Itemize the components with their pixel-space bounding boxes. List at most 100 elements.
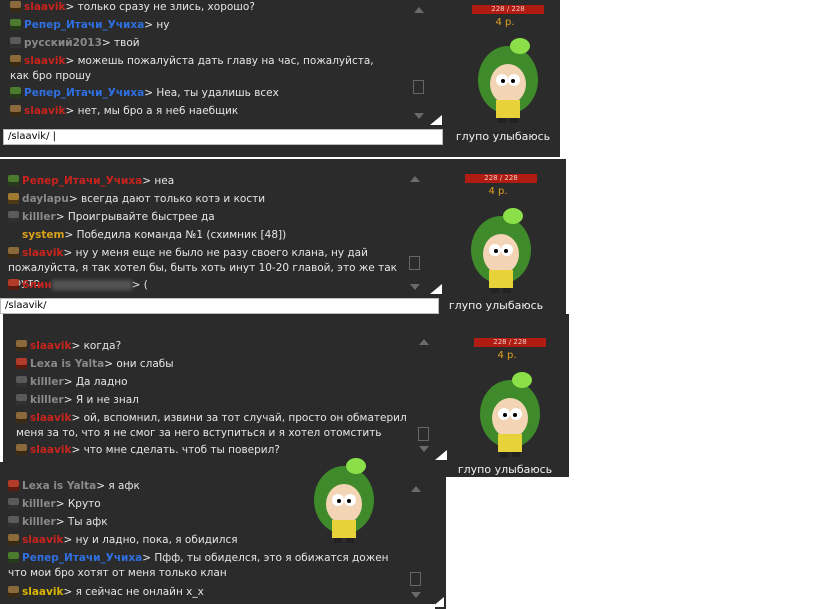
list-item: killler> Я и не знал	[16, 393, 139, 408]
avatar	[8, 211, 19, 222]
status-text: глупо улыбаюсь	[457, 463, 553, 476]
avatar	[10, 19, 21, 30]
avatar	[8, 279, 19, 290]
message-text: > Круто	[55, 498, 101, 510]
hp-bar: 228 / 228	[472, 5, 544, 14]
chat-log-4: Lexa is Yalta> я афк killler> Круто kill…	[8, 479, 408, 604]
avatar	[10, 55, 21, 66]
avatar	[8, 552, 19, 563]
chat-log-2: Репер_Итачи_Учиха> неа daylapu> всегда д…	[8, 174, 408, 296]
status-text: глупо улыбаюсь	[448, 299, 544, 312]
message-text: > они слабы	[104, 358, 174, 370]
scroll-up-button[interactable]	[419, 339, 429, 345]
username[interactable]: daylapu	[22, 193, 69, 205]
avatar	[10, 1, 21, 12]
speech-bubble-pointer	[430, 115, 442, 125]
scroll-down-button[interactable]	[411, 592, 421, 598]
username[interactable]: killler	[30, 376, 64, 388]
message-text: > Ты афк	[55, 516, 108, 528]
username[interactable]: killler	[22, 211, 56, 223]
list-item: slaavik> я сейчас не онлайн х_х	[8, 585, 204, 600]
chat-log-3: slaavik> когда? Lexa is Yalta> они слабы…	[16, 339, 416, 461]
scroll-up-button[interactable]	[410, 176, 420, 182]
username[interactable]: русский2013	[24, 37, 102, 49]
username[interactable]: slaavik	[22, 586, 63, 598]
message-text: > только сразу не злись, хорошо?	[65, 1, 255, 13]
speech-bubble-pointer	[435, 450, 447, 460]
chat-input[interactable]: /slaavik/	[0, 298, 439, 314]
username[interactable]: slaavik	[24, 105, 65, 117]
avatar	[10, 105, 21, 116]
message-text: > Проигрывайте быстрее да	[55, 211, 215, 223]
username[interactable]: slaavik	[22, 534, 63, 546]
avatar	[16, 412, 27, 423]
message-text: > Я и не знал	[63, 394, 139, 406]
username[interactable]: Репер_Итачи_Учиха	[24, 19, 144, 31]
level-label: 4 р.	[497, 350, 517, 361]
chat-input[interactable]	[0, 604, 435, 609]
list-item: killler> Ты афк	[8, 515, 108, 530]
message-text: > ой, вспомнил, извини за тот случай, пр…	[16, 412, 407, 439]
chat-input[interactable]: /slaavik/ |	[3, 129, 443, 145]
message-text: > (	[131, 279, 148, 291]
username[interactable]: killler	[30, 394, 64, 406]
username[interactable]: system	[22, 229, 64, 241]
username[interactable]: slaavik	[30, 340, 71, 352]
username[interactable]: Репер_Итачи_Учиха	[22, 175, 142, 187]
avatar	[10, 87, 21, 98]
list-item: slaavik> что мне сделать. чтоб ты повери…	[16, 443, 280, 458]
username[interactable]: killler	[22, 498, 56, 510]
message-text: > когда?	[71, 340, 122, 352]
message-text: > твой	[101, 37, 140, 49]
avatar	[16, 394, 27, 405]
character-avatar	[480, 372, 540, 457]
username[interactable]: slaavik	[24, 1, 65, 13]
list-item: 6лин > (	[8, 278, 148, 293]
username[interactable]: killler	[22, 516, 56, 528]
username[interactable]: slaavik	[30, 444, 71, 456]
username[interactable]: Lexa is Yalta	[30, 358, 104, 370]
list-item: slaavik> когда?	[16, 339, 121, 354]
list-item: slaavik> только сразу не злись, хорошо?	[10, 0, 255, 15]
list-item: Lexa is Yalta> я афк	[8, 479, 140, 494]
avatar	[16, 358, 27, 369]
username[interactable]: Lexa is Yalta	[22, 480, 96, 492]
scrollbar-thumb[interactable]	[409, 256, 420, 270]
scrollbar-thumb[interactable]	[413, 80, 424, 94]
list-item: killler> Да ладно	[16, 375, 128, 390]
message-text: > Победила команда №1 (схимник [48])	[64, 229, 287, 241]
avatar	[16, 444, 27, 455]
scroll-down-button[interactable]	[410, 284, 420, 290]
chat-log-1: slaavik> только сразу не злись, хорошо? …	[10, 0, 410, 125]
avatar	[8, 193, 19, 204]
list-item: Lexa is Yalta> они слабы	[16, 357, 174, 372]
username[interactable]: Репер_Итачи_Учиха	[22, 552, 142, 564]
hp-bar: 228 / 228	[474, 338, 546, 347]
username[interactable]: 6лин	[22, 279, 52, 291]
scroll-down-button[interactable]	[414, 113, 424, 119]
username[interactable]: slaavik	[22, 247, 63, 259]
scroll-down-button[interactable]	[419, 446, 429, 452]
scroll-up-button[interactable]	[411, 486, 421, 492]
message-text: > ну и ладно, пока, я обидился	[63, 534, 238, 546]
avatar	[10, 37, 21, 48]
list-item: slaavik> ну и ладно, пока, я обидился	[8, 533, 238, 548]
character-avatar	[471, 208, 531, 293]
scrollbar-thumb[interactable]	[410, 572, 421, 586]
list-item: daylapu> всегда дают только котэ и кости	[8, 192, 265, 207]
list-item: Репер_Итачи_Учиха> неа	[8, 174, 174, 189]
username[interactable]: Репер_Итачи_Учиха	[24, 87, 144, 99]
username[interactable]: slaavik	[30, 412, 71, 424]
list-item: killler> Проигрывайте быстрее да	[8, 210, 215, 225]
list-item: русский2013> твой	[10, 36, 140, 51]
avatar	[16, 376, 27, 387]
username[interactable]: slaavik	[24, 55, 65, 67]
message-text: > я сейчас не онлайн х_х	[63, 586, 204, 598]
avatar	[8, 480, 19, 491]
list-item: system> Победила команда №1 (схимник [48…	[8, 228, 286, 243]
message-text: > всегда дают только котэ и кости	[68, 193, 266, 205]
scrollbar-thumb[interactable]	[418, 427, 429, 441]
list-item: killler> Круто	[8, 497, 101, 512]
scroll-up-button[interactable]	[414, 7, 424, 13]
message-text: > Неа, ты удалишь всех	[144, 87, 279, 99]
